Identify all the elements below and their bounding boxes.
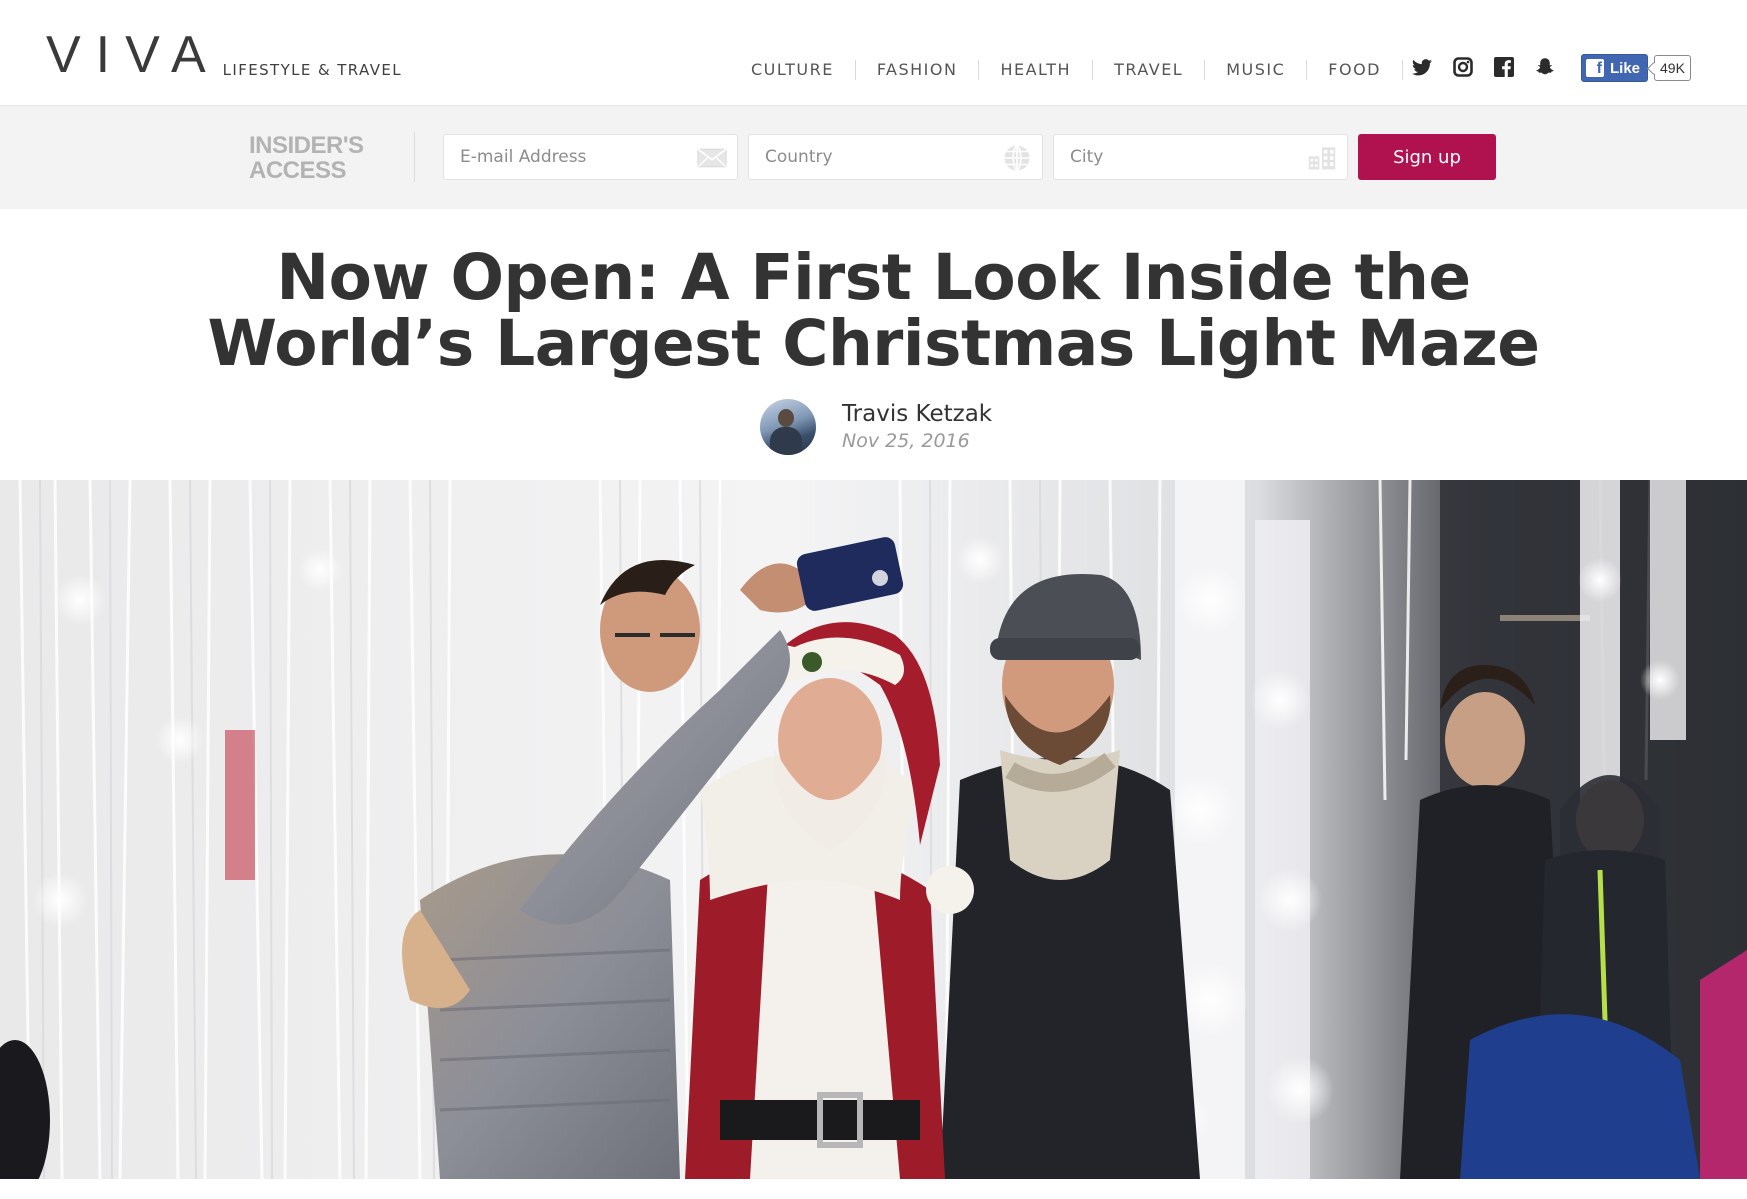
article-title-line1: Now Open: A First Look Inside the bbox=[276, 241, 1471, 314]
nav-item-food[interactable]: FOOD bbox=[1307, 60, 1403, 80]
article-title: Now Open: A First Look Inside the World’… bbox=[0, 245, 1747, 377]
country-field-wrapper bbox=[748, 134, 1043, 180]
author-name[interactable]: Travis Ketzak bbox=[842, 400, 992, 428]
email-field[interactable] bbox=[458, 146, 678, 168]
globe-icon bbox=[1002, 144, 1032, 172]
facebook-f-icon: f bbox=[1586, 59, 1604, 77]
facebook-like-button[interactable]: f Like bbox=[1581, 54, 1649, 82]
nav-item-health[interactable]: HEALTH bbox=[979, 60, 1094, 80]
facebook-like-label: Like bbox=[1610, 59, 1641, 77]
twitter-icon[interactable] bbox=[1411, 56, 1433, 78]
facebook-like-count: 49K bbox=[1654, 55, 1691, 81]
post-date: Nov 25, 2016 bbox=[842, 430, 970, 452]
buildings-icon bbox=[1307, 145, 1337, 171]
email-field-wrapper bbox=[443, 134, 738, 180]
logo-tagline: LIFESTYLE & TRAVEL bbox=[222, 61, 403, 79]
social-links bbox=[1411, 56, 1575, 78]
nav-item-culture[interactable]: CULTURE bbox=[730, 60, 856, 80]
snapchat-icon[interactable] bbox=[1534, 56, 1556, 78]
hero-image bbox=[0, 480, 1747, 1179]
author-avatar[interactable] bbox=[760, 399, 816, 455]
instagram-icon[interactable] bbox=[1452, 56, 1474, 78]
insider-access-line2: ACCESS bbox=[249, 157, 347, 184]
country-field[interactable] bbox=[763, 146, 983, 168]
nav-item-travel[interactable]: TRAVEL bbox=[1093, 60, 1206, 80]
article-byline: Travis Ketzak Nov 25, 2016 bbox=[760, 399, 992, 455]
envelope-icon bbox=[697, 145, 727, 171]
insider-access-line1: INSIDER'S bbox=[249, 132, 364, 159]
main-nav: CULTURE FASHION HEALTH TRAVEL MUSIC FOOD bbox=[730, 60, 1403, 80]
city-field[interactable] bbox=[1068, 146, 1288, 168]
site-header: VIVA LIFESTYLE & TRAVEL CULTURE FASHION … bbox=[0, 0, 1747, 105]
insider-access-heading: INSIDER'S ACCESS bbox=[249, 133, 364, 183]
logo-wordmark: VIVA bbox=[46, 26, 221, 84]
nav-item-music[interactable]: MUSIC bbox=[1205, 60, 1308, 80]
facebook-icon[interactable] bbox=[1493, 56, 1515, 78]
insider-access-bar: INSIDER'S ACCESS Sign up bbox=[0, 105, 1747, 209]
site-logo[interactable]: VIVA LIFESTYLE & TRAVEL bbox=[46, 26, 403, 84]
vertical-divider bbox=[414, 132, 415, 182]
city-field-wrapper bbox=[1053, 134, 1348, 180]
article-title-line2: World’s Largest Christmas Light Maze bbox=[207, 307, 1540, 380]
facebook-like-widget: f Like 49K bbox=[1581, 54, 1691, 82]
nav-item-fashion[interactable]: FASHION bbox=[856, 60, 980, 80]
byline-text: Travis Ketzak Nov 25, 2016 bbox=[842, 400, 992, 454]
hero-photo-illustration bbox=[0, 480, 1747, 1179]
signup-button[interactable]: Sign up bbox=[1358, 134, 1496, 180]
